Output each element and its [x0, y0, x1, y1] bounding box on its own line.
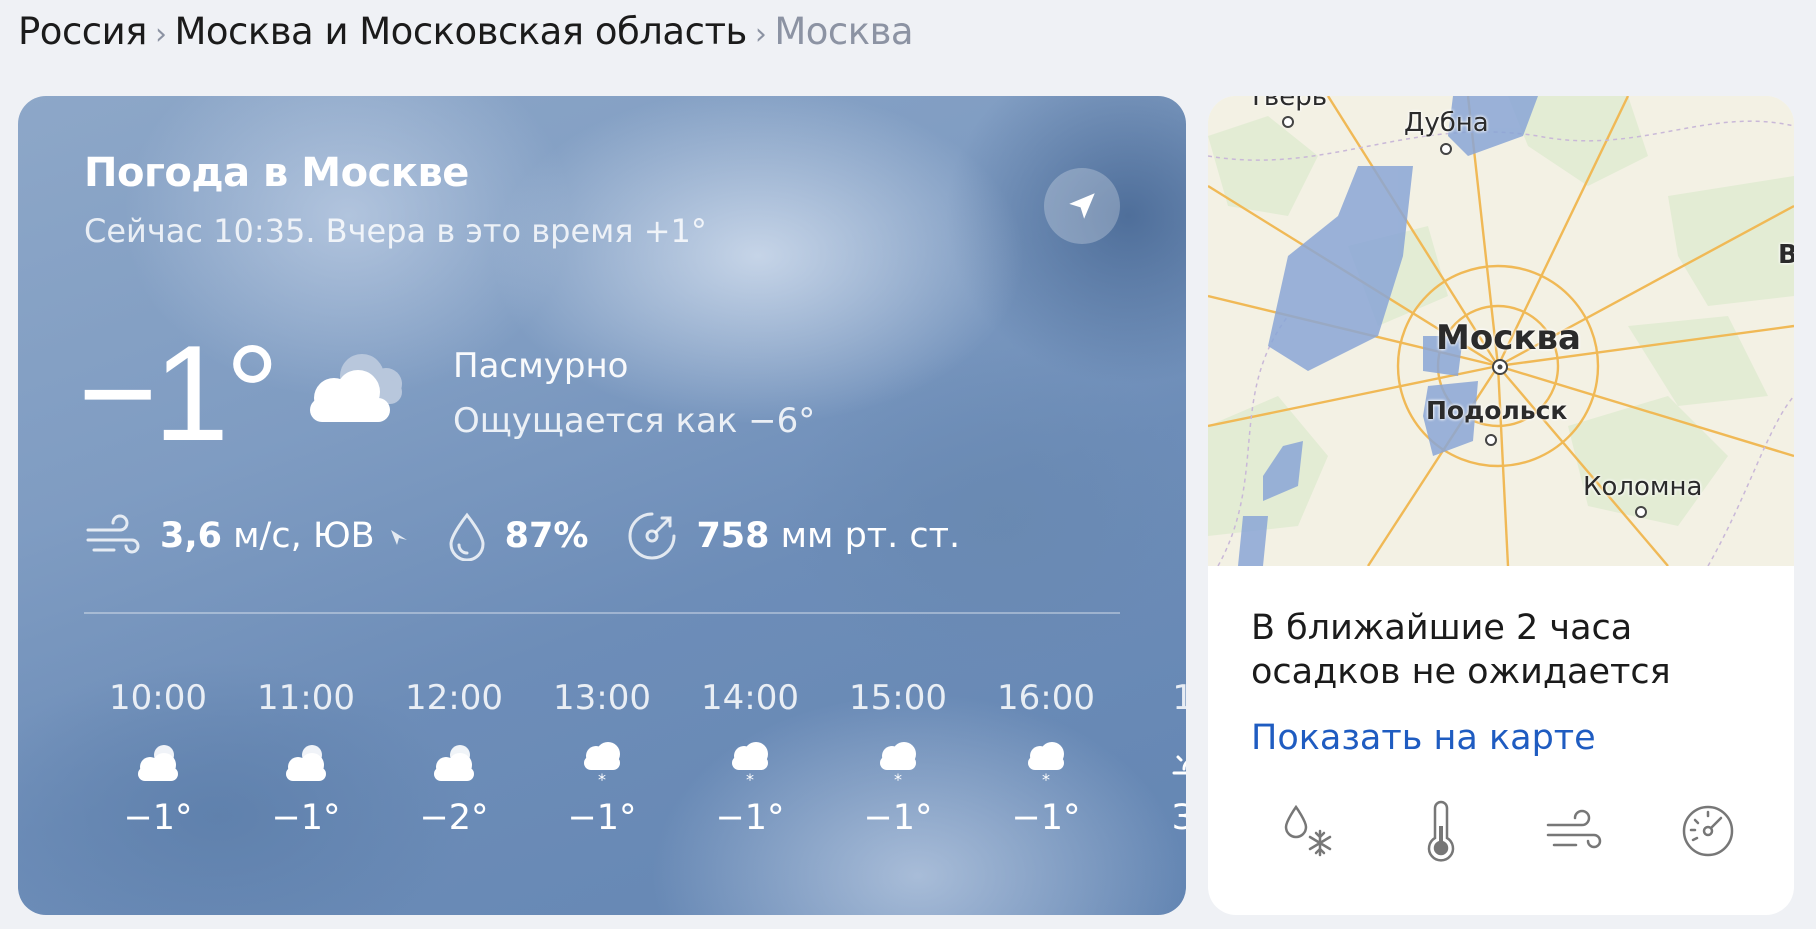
- breadcrumb-separator: ›: [754, 17, 767, 52]
- wind-stat[interactable]: 3,6 м/с, ЮВ: [84, 514, 409, 558]
- map-label-dubna: Дубна: [1404, 108, 1489, 138]
- hourly-item[interactable]: 10:00 −1°: [84, 678, 232, 838]
- wind-direction-icon: [390, 530, 407, 545]
- layer-temperature-button[interactable]: [1401, 791, 1481, 871]
- wind-value: 3,6: [160, 516, 223, 556]
- hourly-item[interactable]: 13:00 * −1°: [528, 678, 676, 838]
- hour-time: 15:00: [849, 678, 947, 718]
- wind-layer-icon: [1546, 809, 1601, 849]
- breadcrumb-item-moscow-region[interactable]: Москва и Московская область: [174, 10, 747, 53]
- hourly-forecast[interactable]: 10:00 −1° 11:00 −1° 12:00 −2° 13:00 * −1…: [84, 678, 1186, 878]
- layer-precipitation-button[interactable]: [1268, 791, 1348, 871]
- weather-stats: 3,6 м/с, ЮВ 87% 758 мм рт. ст.: [84, 506, 998, 566]
- pressure-unit: мм рт. ст.: [780, 516, 961, 556]
- breadcrumb-separator: ›: [154, 17, 167, 52]
- sunset-icon: [1172, 755, 1186, 775]
- condition-text: Пасмурно: [453, 346, 629, 386]
- show-on-map-link[interactable]: Показать на карте: [1251, 718, 1596, 758]
- pressure-layer-icon: [1682, 805, 1734, 857]
- overcast-cloud-icon: [310, 354, 402, 422]
- cloud-sun-icon: [286, 745, 326, 781]
- svg-text:*: *: [1042, 770, 1050, 788]
- divider: [84, 612, 1120, 614]
- map-label-podolsk: Подольск: [1426, 396, 1568, 425]
- hour-temperature: −1°: [123, 798, 193, 838]
- cloud-snow-icon: *: [584, 742, 620, 788]
- precipitation-map-card[interactable]: Тверь Дубна Москва Подольск Коломна В В …: [1208, 96, 1794, 915]
- cloud-snow-icon: *: [732, 742, 768, 788]
- hour-time: 12:00: [405, 678, 503, 718]
- current-temperature: −1°: [78, 317, 279, 469]
- map-label-edge: В: [1778, 240, 1794, 270]
- svg-text:*: *: [746, 770, 754, 788]
- hourly-item[interactable]: 15:00 * −1°: [824, 678, 972, 838]
- wind-unit: м/с, ЮВ: [233, 516, 375, 556]
- feels-like-text: Ощущается как −6°: [453, 401, 816, 441]
- hour-time: 16: [1172, 678, 1186, 718]
- humidity-value: 87%: [504, 516, 589, 556]
- hour-time: 11:00: [257, 678, 355, 718]
- cloud-snow-icon: *: [1028, 742, 1064, 788]
- pressure-value: 758: [696, 516, 770, 556]
- map-layers: [1268, 791, 1748, 871]
- pressure-gauge-icon: [628, 512, 676, 560]
- hour-temperature: −1°: [1011, 798, 1081, 838]
- humidity-stat[interactable]: 87%: [447, 511, 589, 561]
- precipitation-forecast-text: В ближайшие 2 часа осадков не ожидается: [1251, 608, 1671, 692]
- location-button[interactable]: [1044, 168, 1120, 244]
- hourly-item[interactable]: 16 За: [1120, 678, 1186, 838]
- cloud-snow-icon: *: [880, 742, 916, 788]
- hour-time: 10:00: [109, 678, 207, 718]
- hourly-item[interactable]: 12:00 −2°: [380, 678, 528, 838]
- hour-time: 13:00: [553, 678, 651, 718]
- layer-wind-button[interactable]: [1535, 791, 1615, 871]
- breadcrumb-current: Москва: [774, 10, 914, 53]
- svg-text:*: *: [894, 770, 902, 788]
- map-label-tver: Тверь: [1248, 96, 1328, 112]
- current-weather-card[interactable]: Погода в Москве Сейчас 10:35. Вчера в эт…: [18, 96, 1186, 915]
- precipitation-map[interactable]: Тверь Дубна Москва Подольск Коломна В: [1208, 96, 1794, 566]
- hourly-item[interactable]: 16:00 * −1°: [972, 678, 1120, 838]
- precipitation-layer-icon: [1284, 804, 1332, 857]
- pressure-stat[interactable]: 758 мм рт. ст.: [626, 510, 960, 562]
- map-label-moscow: Москва: [1436, 318, 1581, 358]
- wind-icon: [86, 514, 140, 554]
- hourly-item[interactable]: 14:00 * −1°: [676, 678, 824, 838]
- weather-title: Погода в Москве: [84, 150, 469, 196]
- hour-temperature: −1°: [567, 798, 637, 838]
- breadcrumb-item-russia[interactable]: Россия: [18, 10, 147, 53]
- location-arrow-icon: [1069, 193, 1095, 219]
- hour-temperature: −2°: [419, 798, 489, 838]
- hour-temperature: −1°: [863, 798, 933, 838]
- map-label-kolomna: Коломна: [1583, 472, 1703, 502]
- hour-temperature: −1°: [271, 798, 341, 838]
- layer-pressure-button[interactable]: [1668, 791, 1748, 871]
- cloud-sun-icon: [434, 745, 474, 781]
- hour-temperature: −1°: [715, 798, 785, 838]
- breadcrumb: Россия › Москва и Московская область › Москв…: [18, 8, 914, 59]
- hour-time: 14:00: [701, 678, 799, 718]
- hour-time: 16:00: [997, 678, 1095, 718]
- temperature-layer-icon: [1428, 800, 1455, 862]
- hourly-item[interactable]: 11:00 −1°: [232, 678, 380, 838]
- humidity-drop-icon: [449, 512, 485, 561]
- weather-subtitle: Сейчас 10:35. Вчера в это время +1°: [84, 212, 707, 250]
- hour-temperature: За: [1172, 798, 1186, 838]
- svg-text:*: *: [598, 770, 606, 788]
- cloud-sun-icon: [138, 745, 178, 781]
